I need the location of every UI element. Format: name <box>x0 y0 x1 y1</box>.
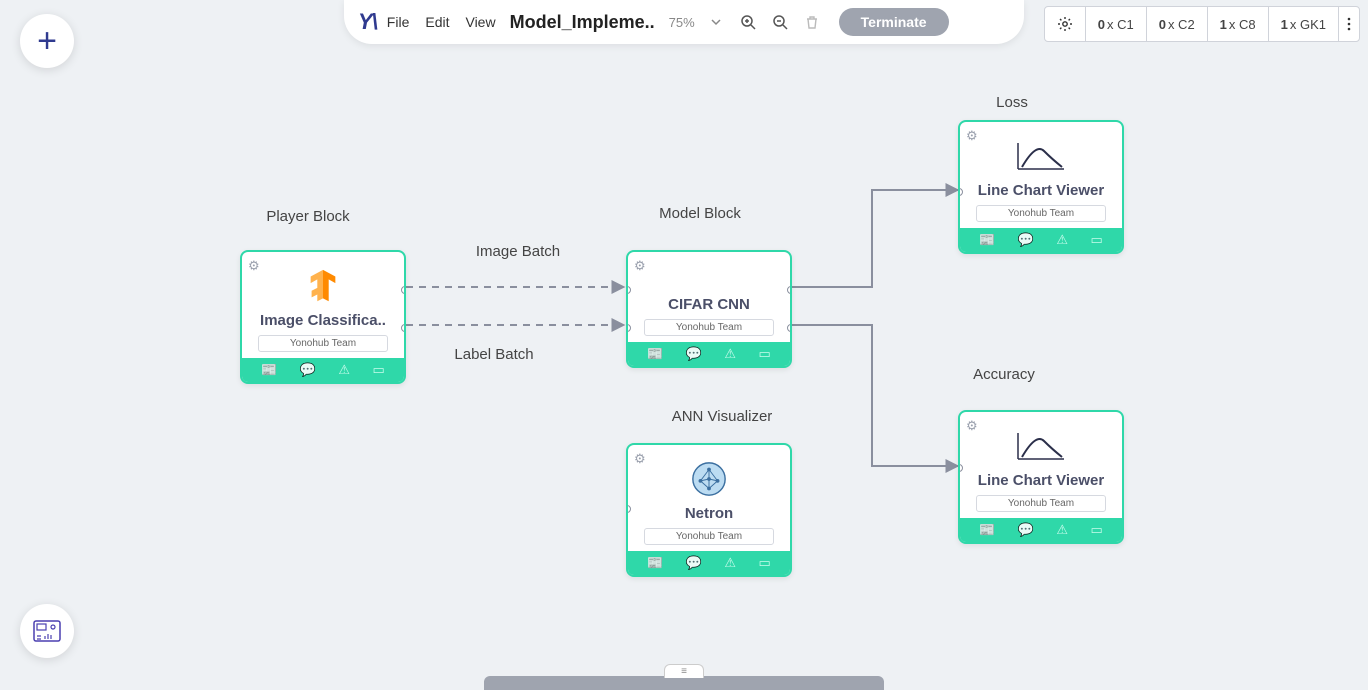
output-port[interactable] <box>787 324 792 332</box>
zoom-percent: 75% <box>669 15 695 30</box>
warning-icon[interactable]: ⚠ <box>724 555 736 571</box>
comment-icon[interactable]: 💬 <box>686 346 702 362</box>
node-title: Image Classifica.. <box>250 312 396 329</box>
output-port[interactable] <box>787 286 792 294</box>
plus-icon: + <box>37 22 57 61</box>
node-image-classification[interactable]: ⚙ Image Classifica.. Yonohub Team 📰 💬 ⚠ … <box>240 250 406 384</box>
monitor-icon[interactable]: ▭ <box>1090 522 1102 538</box>
log-icon[interactable]: 📰 <box>979 522 995 538</box>
node-loss-viewer[interactable]: ⚙ Line Chart Viewer Yonohub Team 📰 💬 ⚠ ▭ <box>958 120 1124 254</box>
minimap-button[interactable] <box>20 604 74 658</box>
resource-c8[interactable]: 1 x C8 <box>1208 7 1269 41</box>
label-player-block: Player Block <box>266 208 349 225</box>
comment-icon[interactable]: 💬 <box>686 555 702 571</box>
add-block-button[interactable]: + <box>20 14 74 68</box>
monitor-icon[interactable]: ▭ <box>758 346 770 362</box>
node-footer: 📰 💬 ⚠ ▭ <box>628 551 790 575</box>
log-icon[interactable]: 📰 <box>979 232 995 248</box>
node-team: Yonohub Team <box>644 528 774 545</box>
monitor-icon[interactable]: ▭ <box>1090 232 1102 248</box>
node-footer: 📰 💬 ⚠ ▭ <box>242 358 404 382</box>
network-icon <box>636 459 782 499</box>
warning-icon[interactable]: ⚠ <box>724 346 736 362</box>
gear-icon <box>1057 16 1073 32</box>
label-label-batch: Label Batch <box>454 346 533 363</box>
node-team: Yonohub Team <box>258 335 388 352</box>
top-bar: Y\ File Edit View Model_Impleme.. 75% Te… <box>344 0 1024 44</box>
node-team: Yonohub Team <box>976 205 1106 222</box>
menu-file[interactable]: File <box>387 14 410 30</box>
diagram-canvas[interactable]: Player Block Model Block Image Batch Lab… <box>0 0 1368 690</box>
resource-more[interactable] <box>1339 7 1359 41</box>
label-ann-visualizer: ANN Visualizer <box>672 408 773 425</box>
node-settings-icon[interactable]: ⚙ <box>634 258 646 274</box>
more-vertical-icon <box>1347 16 1351 32</box>
line-chart-icon <box>968 426 1114 466</box>
output-port[interactable] <box>401 286 406 294</box>
node-team: Yonohub Team <box>976 495 1106 512</box>
zoom-dropdown-icon[interactable] <box>705 11 727 33</box>
tensorflow-icon <box>250 266 396 306</box>
resource-gk1[interactable]: 1 x GK1 <box>1269 7 1339 41</box>
label-image-batch: Image Batch <box>476 243 560 260</box>
resource-bar: 0 x C1 0 x C2 1 x C8 1 x GK1 <box>1044 6 1360 42</box>
node-title: Line Chart Viewer <box>968 472 1114 489</box>
zoom-out-icon[interactable] <box>769 11 791 33</box>
terminate-button[interactable]: Terminate <box>839 8 949 36</box>
node-footer: 📰 💬 ⚠ ▭ <box>628 342 790 366</box>
node-team: Yonohub Team <box>644 319 774 336</box>
menu-view[interactable]: View <box>465 14 495 30</box>
node-title: Netron <box>636 505 782 522</box>
warning-icon[interactable]: ⚠ <box>1056 232 1068 248</box>
node-footer: 📰 💬 ⚠ ▭ <box>960 228 1122 252</box>
node-cifar-cnn[interactable]: ⚙ CIFAR CNN Yonohub Team 📰 💬 ⚠ ▭ <box>626 250 792 368</box>
node-settings-icon[interactable]: ⚙ <box>966 418 978 434</box>
monitor-icon[interactable]: ▭ <box>758 555 770 571</box>
monitor-icon[interactable]: ▭ <box>372 362 384 378</box>
node-netron[interactable]: ⚙ Netron Yonohub Team 📰 💬 ⚠ ▭ <box>626 443 792 577</box>
node-title: Line Chart Viewer <box>968 182 1114 199</box>
label-model-block: Model Block <box>659 205 741 222</box>
node-accuracy-viewer[interactable]: ⚙ Line Chart Viewer Yonohub Team 📰 💬 ⚠ ▭ <box>958 410 1124 544</box>
main-menu: File Edit View <box>387 14 496 30</box>
resource-settings[interactable] <box>1045 7 1086 41</box>
node-settings-icon[interactable]: ⚙ <box>634 451 646 467</box>
log-icon[interactable]: 📰 <box>647 346 663 362</box>
output-port[interactable] <box>401 324 406 332</box>
app-logo: Y\ <box>358 9 377 35</box>
comment-icon[interactable]: 💬 <box>300 362 316 378</box>
resource-c2[interactable]: 0 x C2 <box>1147 7 1208 41</box>
comment-icon[interactable]: 💬 <box>1018 232 1034 248</box>
node-title: CIFAR CNN <box>636 296 782 313</box>
node-footer: 📰 💬 ⚠ ▭ <box>960 518 1122 542</box>
document-title: Model_Impleme.. <box>510 12 655 33</box>
trash-icon[interactable] <box>801 11 823 33</box>
log-icon[interactable]: 📰 <box>647 555 663 571</box>
warning-icon[interactable]: ⚠ <box>338 362 350 378</box>
zoom-in-icon[interactable] <box>737 11 759 33</box>
resource-c1[interactable]: 0 x C1 <box>1086 7 1147 41</box>
label-loss: Loss <box>996 94 1028 111</box>
node-settings-icon[interactable]: ⚙ <box>248 258 260 274</box>
log-icon[interactable]: 📰 <box>261 362 277 378</box>
node-settings-icon[interactable]: ⚙ <box>966 128 978 144</box>
menu-edit[interactable]: Edit <box>425 14 449 30</box>
line-chart-icon <box>968 136 1114 176</box>
label-accuracy: Accuracy <box>973 366 1035 383</box>
comment-icon[interactable]: 💬 <box>1018 522 1034 538</box>
panel-icon <box>33 620 61 642</box>
warning-icon[interactable]: ⚠ <box>1056 522 1068 538</box>
